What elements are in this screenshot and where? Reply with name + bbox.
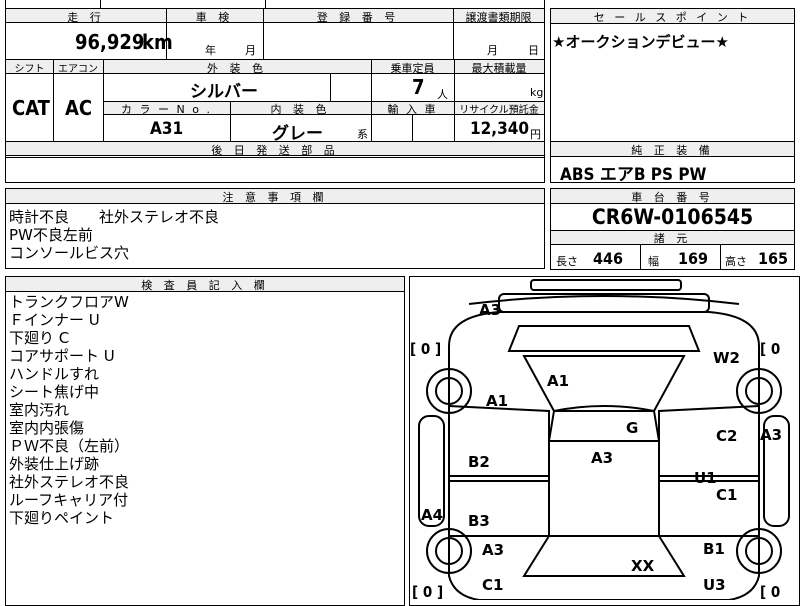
mileage-unit: km — [142, 30, 173, 54]
aircon-header: エアコン — [58, 64, 98, 75]
damage-mark: B1 — [703, 540, 725, 558]
length-label: 長さ — [556, 255, 578, 268]
notes-list: 時計不良 社外ステレオ不良 PW不良左前 コンソールビス穴 — [9, 208, 219, 262]
inspector-line: 室内内張傷 — [9, 419, 85, 437]
damage-mark: A3 — [760, 426, 783, 444]
inspector-line: コアサポート U — [9, 347, 115, 365]
inspection-year: 年 — [205, 44, 216, 57]
inspector-line: ＰＷ不良（左前） — [9, 437, 130, 455]
capacity-unit: 人 — [437, 88, 448, 101]
mileage-value: 96,929 — [75, 30, 145, 54]
inspector-line: 下廻り C — [9, 329, 70, 347]
mileage-header: 走 行 — [67, 11, 105, 24]
damage-mark: A1 — [547, 372, 570, 390]
inspection-month: 月 — [245, 44, 256, 57]
inspector-line: 外装仕上げ跡 — [9, 455, 100, 473]
shift-value: CAT — [12, 96, 50, 120]
damage-mark: C1 — [482, 576, 504, 594]
height-value: 165 — [758, 249, 789, 268]
inspector-line: 社外ステレオ不良 — [9, 473, 130, 491]
transfer-month: 月 — [487, 44, 498, 57]
damage-mark: A3 — [479, 301, 502, 319]
chassis-header: 車 台 番 号 — [631, 191, 714, 204]
tire-label-rear-right: [ 0 — [760, 583, 781, 601]
notes-header: 注 意 事 項 欄 — [222, 191, 328, 204]
inspector-line: ハンドルすれ — [9, 365, 100, 383]
sales-point-panel — [550, 8, 795, 142]
damage-mark: B2 — [468, 453, 490, 471]
registration-header: 登 録 番 号 — [316, 11, 400, 24]
note-line: 時計不良 社外ステレオ不良 — [9, 208, 220, 226]
capacity-value: 7 — [412, 75, 425, 99]
damage-mark: A1 — [486, 392, 509, 410]
inspector-line: ルーフキャリア付 — [9, 491, 129, 509]
tire-label-front-right: [ 0 — [760, 340, 781, 358]
shift-header: シフト — [14, 64, 45, 75]
recycle-unit: 円 — [530, 128, 541, 141]
note-line: PW不良左前 — [9, 226, 93, 244]
height-label: 高さ — [725, 255, 747, 268]
equipment-text: ABS エアB PS PW — [560, 165, 707, 185]
transfer-deadline-header: 譲渡書類期限 — [465, 11, 532, 24]
capacity-header: 乗車定員 — [390, 62, 435, 75]
damage-mark: A3 — [482, 541, 505, 559]
interior-color-suffix: 系 — [357, 128, 368, 141]
exterior-color-value: シルバー — [190, 82, 258, 102]
damage-mark: C1 — [716, 486, 738, 504]
tire-label-front-left: [ 0 ] — [410, 340, 442, 358]
post-delivery-header: 後 日 発 送 部 品 — [211, 144, 339, 157]
max-load-header: 最大積載量 — [471, 62, 527, 75]
transfer-day: 日 — [528, 44, 539, 57]
damage-mark: B3 — [468, 512, 490, 530]
car-outline-diagram — [418, 279, 790, 600]
recycle-header: リサイクル預託金 — [459, 105, 539, 116]
chassis-number: CR6W-0106545 — [591, 205, 754, 229]
damage-mark: XX — [631, 557, 655, 575]
width-value: 169 — [678, 249, 709, 268]
dimensions-header: 諸 元 — [653, 232, 692, 245]
damage-mark: A3 — [591, 449, 614, 467]
width-label: 幅 — [648, 255, 659, 268]
length-value: 446 — [593, 249, 624, 268]
inspector-list: トランクフロアW Ｆインナー U 下廻り C コアサポート U ハンドルすれ シ… — [9, 293, 129, 527]
damage-mark: U3 — [703, 576, 726, 594]
max-load-unit: kg — [530, 86, 544, 99]
inspector-line: Ｆインナー U — [9, 311, 100, 329]
equipment-header: 純 正 装 備 — [631, 144, 714, 157]
inspector-line: シート焦げ中 — [9, 383, 100, 401]
color-no-header: カ ラ ー N o . — [121, 103, 212, 116]
color-no-value: A31 — [150, 119, 184, 139]
tire-label-rear-left: [ 0 ] — [412, 583, 444, 601]
damage-mark: A4 — [421, 506, 444, 524]
damage-mark: U1 — [694, 469, 717, 487]
inspector-line: トランクフロアW — [9, 293, 129, 311]
damage-mark: G — [626, 419, 639, 437]
inspection-header: 車 検 — [195, 11, 234, 24]
damage-mark: C2 — [716, 427, 738, 445]
inspector-header: 検 査 員 記 入 欄 — [141, 279, 269, 292]
recycle-value: 12,340 — [470, 119, 530, 139]
damage-mark: W2 — [713, 349, 740, 367]
sales-point-header: セ ー ル ス ポ イ ン ト — [593, 11, 752, 24]
note-line: コンソールビス穴 — [9, 244, 130, 262]
aircon-value: AC — [65, 96, 93, 120]
interior-color-header: 内 装 色 — [270, 103, 331, 116]
inspector-line: 室内汚れ — [9, 401, 70, 419]
inspector-line: 下廻りペイント — [9, 509, 115, 527]
sales-point-text: ★オークションデビュー★ — [552, 33, 729, 51]
